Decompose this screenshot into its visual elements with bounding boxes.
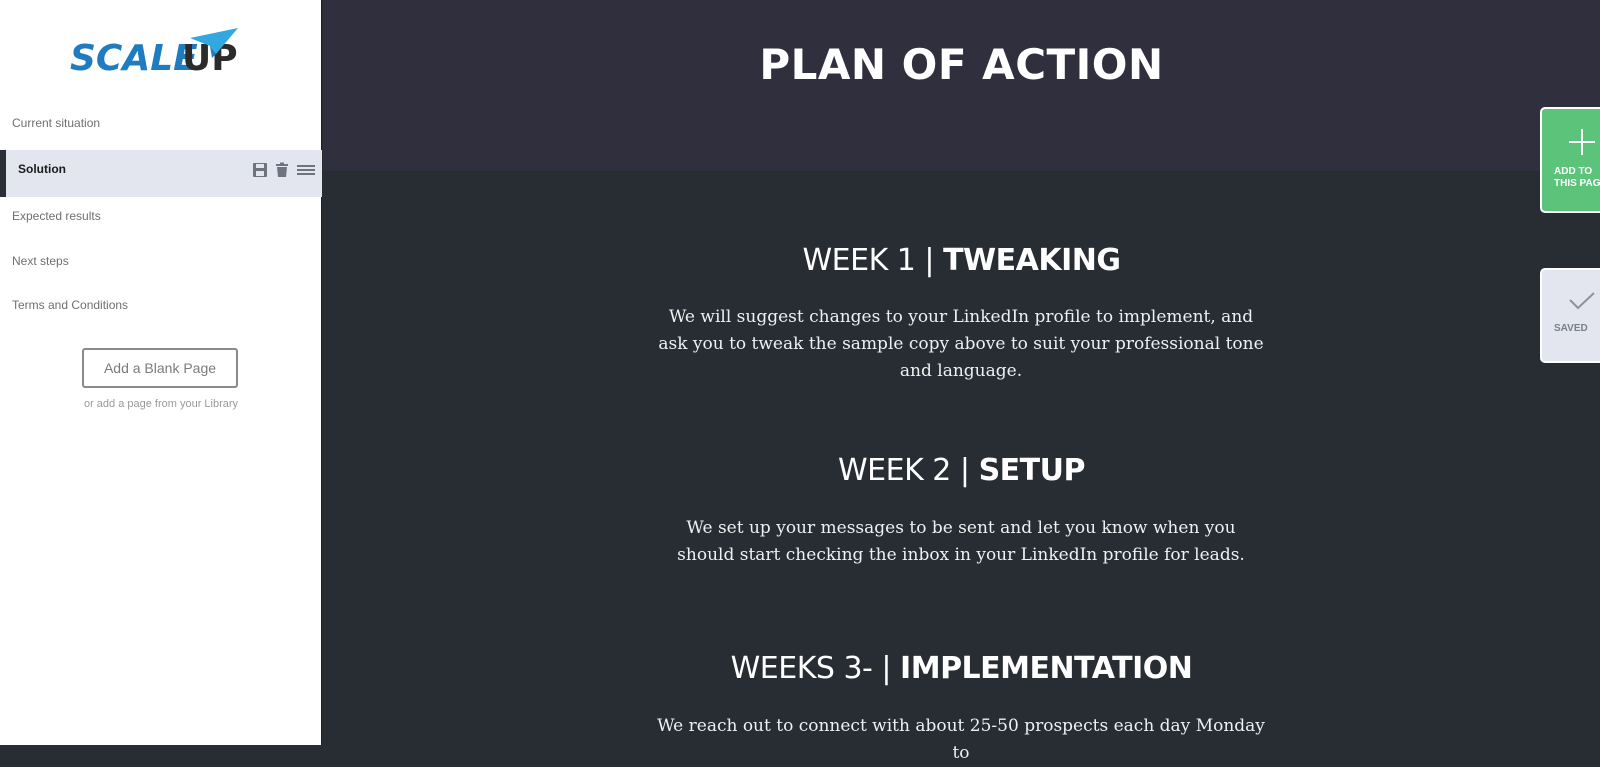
page-title: PLAN OF ACTION	[759, 40, 1164, 89]
sidebar-item-current-situation[interactable]: Current situation	[0, 116, 322, 136]
drag-handle-icon[interactable]	[296, 162, 316, 178]
sidebar: SCALE UP Current situation Solution Expe…	[0, 0, 322, 745]
trash-icon[interactable]	[274, 162, 290, 178]
week-heading-2: WEEK 2 | SETUP	[323, 453, 1600, 488]
sidebar-item-terms-and-conditions[interactable]: Terms and Conditions	[0, 298, 322, 318]
saved-label: SAVED	[1554, 323, 1588, 334]
save-icon[interactable]	[252, 162, 268, 178]
logo-text-scale: SCALE	[70, 38, 198, 78]
add-to-page-button[interactable]: ADD TO THIS PAGE	[1540, 107, 1600, 213]
add-to-page-label: ADD TO THIS PAGE	[1554, 166, 1600, 189]
week-heading-1: WEEK 1 | TWEAKING	[323, 243, 1600, 278]
week-body-1: We will suggest changes to your LinkedIn…	[658, 307, 1264, 381]
week-heading-title: SETUP	[978, 453, 1086, 488]
week-heading-title: IMPLEMENTATION	[900, 651, 1193, 686]
checkmark-icon	[1556, 288, 1600, 317]
sidebar-item-label: Expected results	[12, 209, 101, 223]
sidebar-item-expected-results[interactable]: Expected results	[0, 209, 322, 229]
week-body-2: We set up your messages to be sent and l…	[677, 518, 1245, 565]
week-body-3: We reach out to connect with about 25-50…	[657, 716, 1265, 763]
saved-status: SAVED	[1540, 268, 1600, 363]
sidebar-item-label: Current situation	[12, 116, 101, 130]
sidebar-item-label: Terms and Conditions	[12, 298, 129, 312]
week-heading-prefix: WEEKS 3- |	[730, 651, 901, 686]
scaleup-logo[interactable]: SCALE UP	[70, 26, 250, 79]
sidebar-item-label: Solution	[18, 162, 66, 176]
plus-icon	[1556, 127, 1600, 160]
library-link[interactable]: or add a page from your Library	[0, 398, 322, 410]
week-heading-prefix: WEEK 1 |	[802, 243, 944, 278]
week-heading-3: WEEKS 3- | IMPLEMENTATION	[323, 651, 1600, 686]
sidebar-item-next-steps[interactable]: Next steps	[0, 254, 322, 274]
week-heading-title: TWEAKING	[943, 243, 1121, 278]
sidebar-item-solution[interactable]: Solution	[0, 150, 322, 197]
week-heading-prefix: WEEK 2 |	[838, 453, 979, 488]
add-blank-page-button[interactable]: Add a Blank Page	[82, 348, 238, 388]
sidebar-item-label: Next steps	[12, 254, 69, 268]
